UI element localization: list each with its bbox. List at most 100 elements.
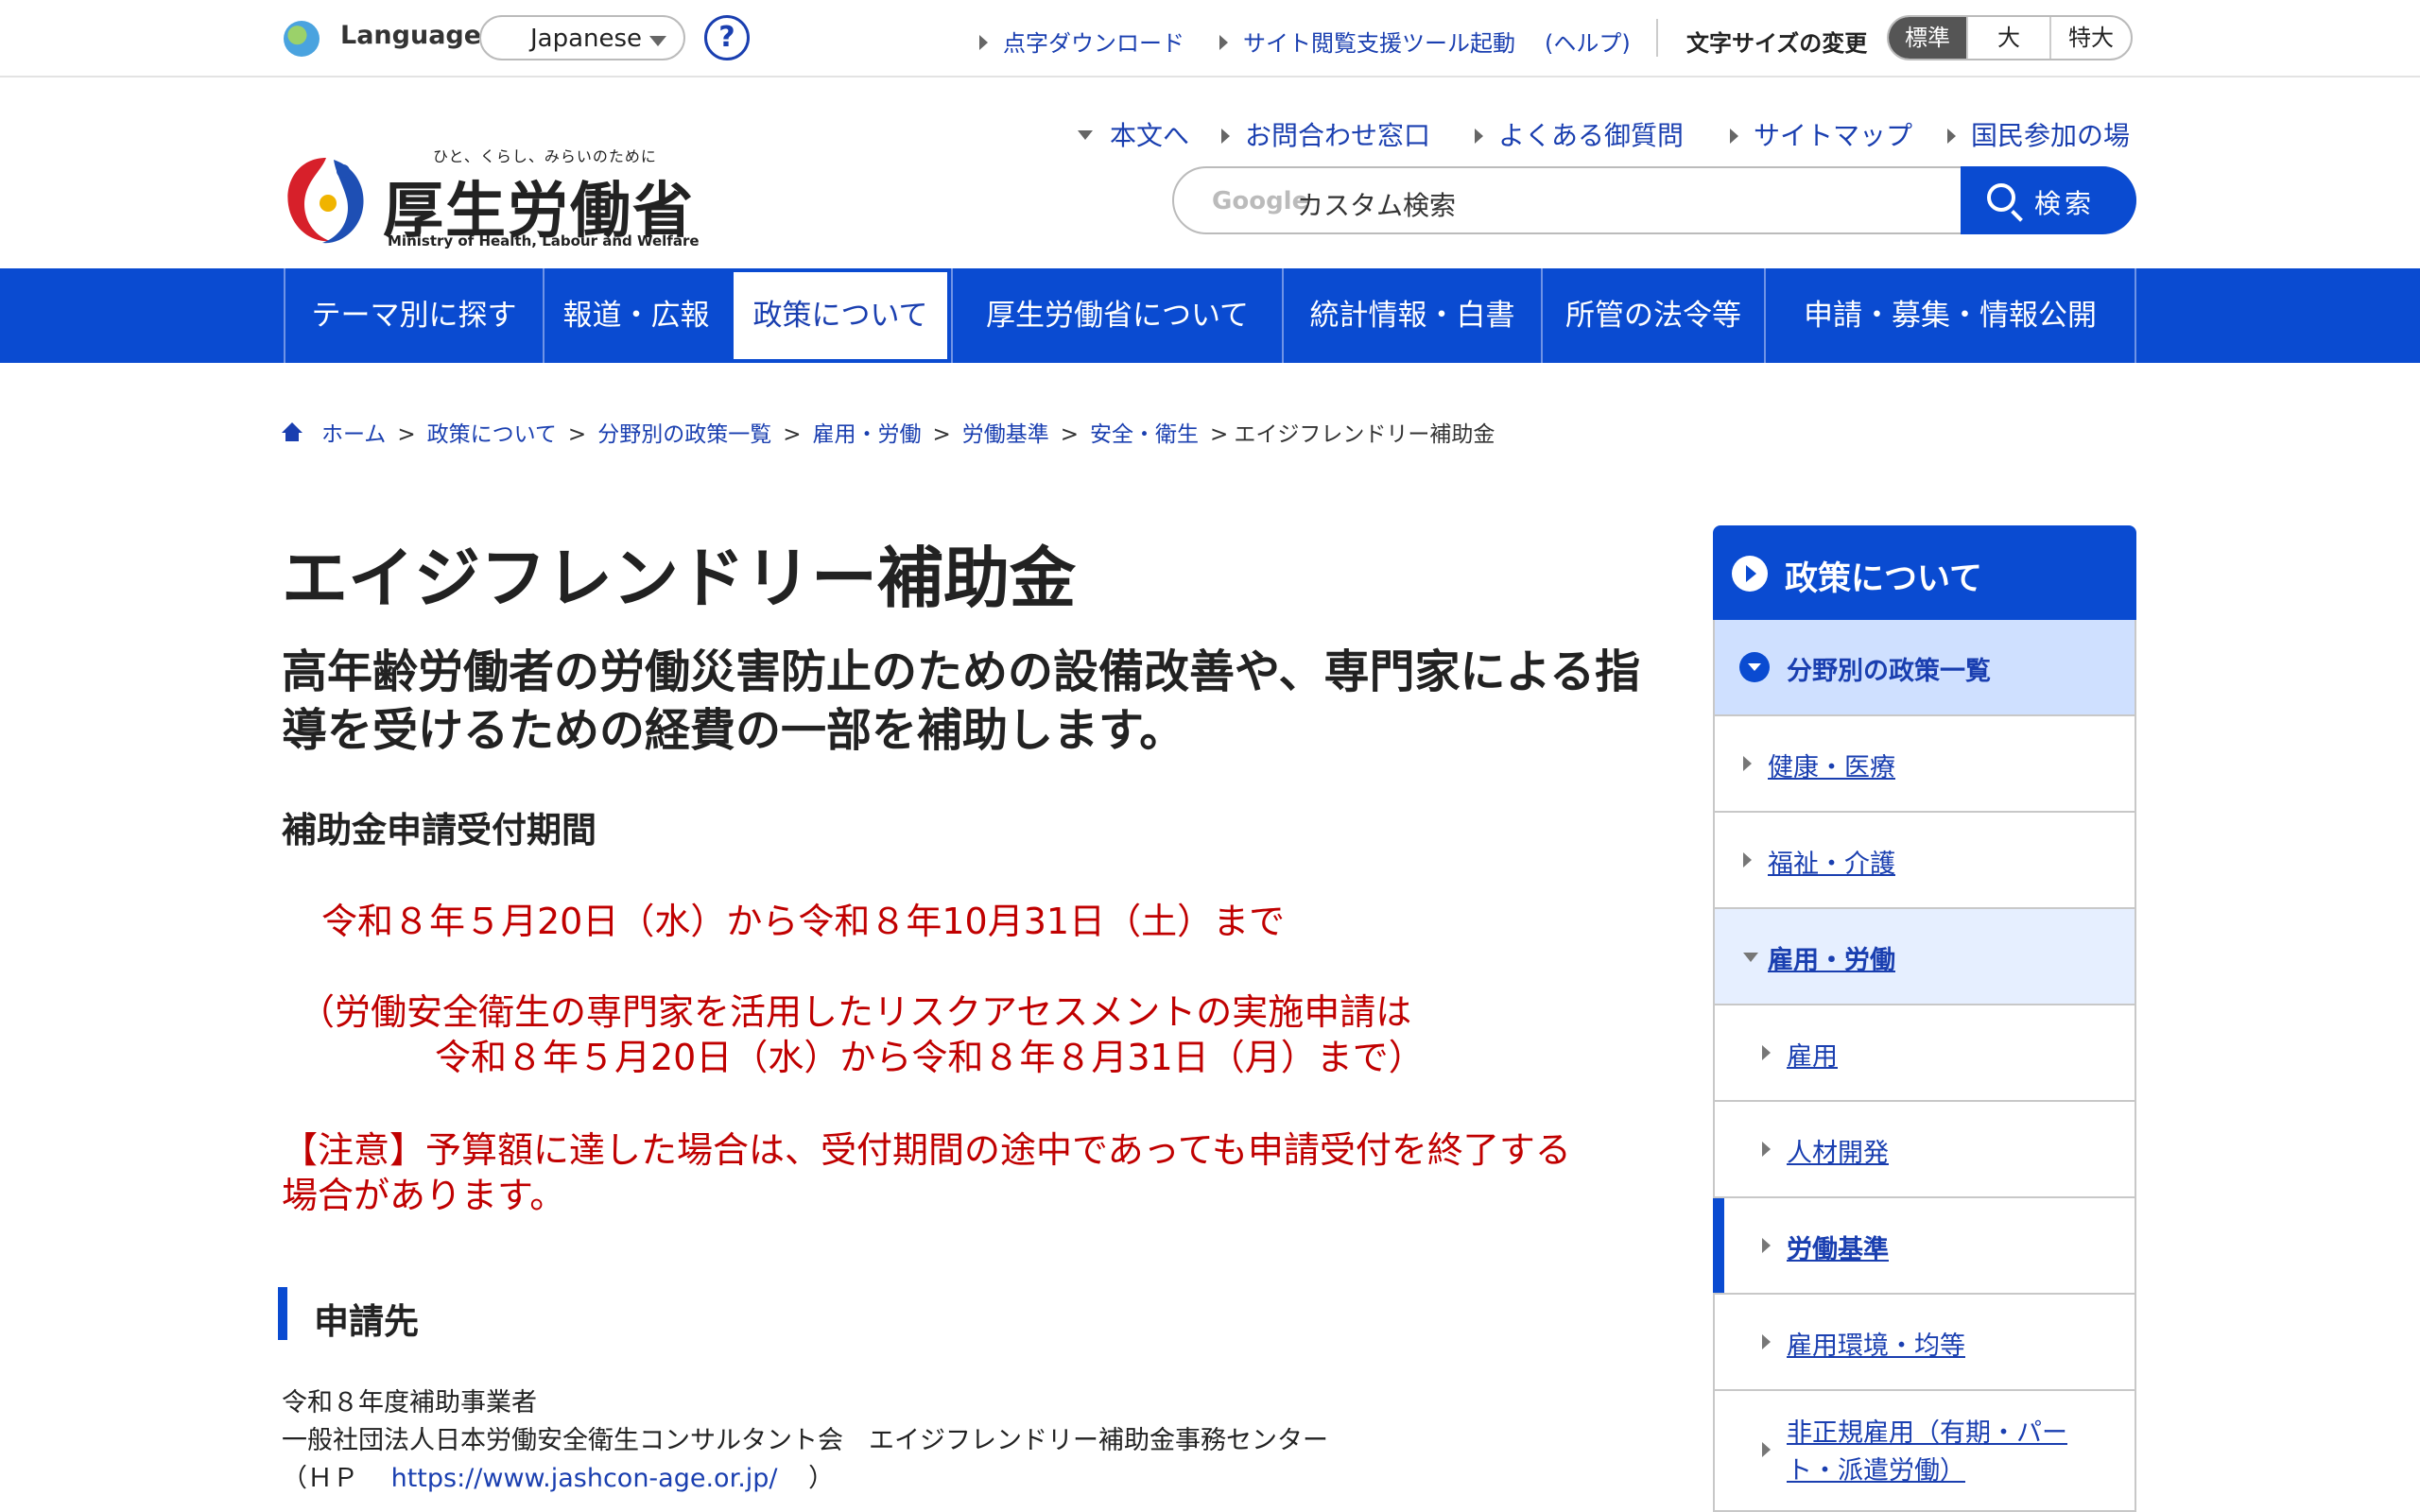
gnav-applications[interactable]: 申請・募集・情報公開 (1764, 268, 2135, 363)
arrow-right-circle-icon (1732, 556, 1768, 592)
contact-link[interactable]: お問合わせ窓口 (1221, 115, 1430, 153)
faq-link[interactable]: よくある御質問 (1475, 115, 1684, 153)
google-brand: Google (1212, 187, 1309, 215)
apply-hp-suffix: ） (808, 1464, 835, 1493)
sidebar-item-employment-sub[interactable]: 雇用 (1713, 1005, 2136, 1102)
sidebar-heading-text: 政策について (1785, 560, 1982, 598)
lead-text: 高年齢労働者の労働災害防止のための設備改善や、専門家による指導を受けるための経費… (282, 645, 1641, 757)
sitemap-text[interactable]: サイトマップ (1754, 120, 1912, 151)
breadcrumb-separator: > (567, 422, 587, 447)
search-button[interactable]: 検索 (1961, 166, 2136, 234)
breadcrumb-separator: > (783, 422, 802, 447)
home-icon (282, 422, 302, 443)
language-select[interactable]: Japanese (479, 15, 685, 60)
breadcrumb-separator: > (397, 422, 416, 447)
period-heading: 補助金申請受付期間 (282, 810, 596, 850)
breadcrumb-separator: > (932, 422, 951, 447)
breadcrumb-policy[interactable]: 政策について (427, 422, 557, 447)
arrow-right-icon (1221, 129, 1230, 144)
apply-line-1: 令和８年度補助事業者 (282, 1388, 537, 1418)
arrow-right-icon (1743, 756, 1752, 771)
breadcrumb-separator: > (1060, 422, 1080, 447)
skip-to-content-link[interactable]: 本文へ (1078, 115, 1189, 153)
caution-text-2: 場合があります。 (282, 1175, 566, 1216)
sidebar-item-label[interactable]: 雇用環境・均等 (1787, 1325, 1965, 1362)
skip-to-content-text[interactable]: 本文へ (1110, 120, 1189, 151)
sidebar-item-health[interactable]: 健康・医療 (1713, 716, 2136, 813)
chevron-down-icon (649, 36, 666, 46)
sidebar-item-label[interactable]: 非正規雇用（有期・パー (1787, 1412, 2067, 1449)
sidebar-item-employment[interactable]: 雇用・労働 (1713, 909, 2136, 1005)
sidebar-item-label[interactable]: 福祉・介護 (1768, 843, 1895, 880)
global-navigation: テーマ別に探す 報道・広報 政策について 厚生労働省について 統計情報・白書 所… (0, 268, 2420, 363)
font-size-xlarge-button[interactable]: 特大 (2051, 17, 2131, 59)
period-main: 令和８年５月20日（水）から令和８年10月31日（土）まで (321, 901, 1286, 942)
logo-english-name: Ministry of Health, Labour and Welfare (388, 232, 700, 249)
braille-download-text[interactable]: 点字ダウンロード (1003, 30, 1184, 57)
sidebar-item-label[interactable]: 健康・医療 (1768, 747, 1895, 783)
apply-heading: 申請先 (314, 1301, 419, 1342)
breadcrumb-safety[interactable]: 安全・衛生 (1090, 422, 1199, 447)
section-heading-marker (278, 1287, 287, 1340)
arrow-right-icon (1762, 1442, 1771, 1457)
sidebar-item-label[interactable]: 労働基準 (1787, 1228, 1889, 1265)
arrow-right-icon (1762, 1334, 1771, 1349)
public-participation-text[interactable]: 国民参加の場 (1971, 120, 2130, 151)
chevron-down-circle-icon (1739, 652, 1770, 682)
gnav-about-ministry[interactable]: 厚生労働省について (951, 268, 1282, 363)
apply-line-2: 一般社団法人日本労働安全衛生コンサルタント会 エイジフレンドリー補助金事務センタ… (282, 1426, 1328, 1455)
breadcrumb-employment[interactable]: 雇用・労働 (812, 422, 921, 447)
sidebar-item-non-regular[interactable]: 非正規雇用（有期・パー ト・派遣労働） (1713, 1391, 2136, 1512)
sidebar-item-label-line-2[interactable]: ト・派遣労働） (1787, 1450, 1965, 1486)
accessibility-help-link[interactable]: (ヘルプ) (1545, 25, 1631, 58)
gnav-laws[interactable]: 所管の法令等 (1541, 268, 1764, 363)
breadcrumb-policy-list[interactable]: 分野別の政策一覧 (597, 422, 771, 447)
sitemap-link[interactable]: サイトマップ (1730, 115, 1912, 153)
apply-hp-link[interactable]: https://www.jashcon-age.or.jp/ (391, 1464, 778, 1493)
breadcrumb-separator: > (1210, 422, 1229, 447)
gnav-policy[interactable]: 政策について (730, 268, 951, 363)
apply-hp-line: （ＨＰ https://www.jashcon-age.or.jp/ ） (282, 1457, 834, 1494)
breadcrumb-labor-standards[interactable]: 労働基準 (962, 422, 1049, 447)
sidebar-item-employment-environment[interactable]: 雇用環境・均等 (1713, 1295, 2136, 1391)
active-indicator (1713, 1198, 1724, 1293)
braille-download-link[interactable]: 点字ダウンロード (979, 25, 1184, 58)
sidebar-item-label: 分野別の政策一覧 (1787, 657, 1991, 686)
sidebar-item-welfare[interactable]: 福祉・介護 (1713, 813, 2136, 909)
font-size-large-button[interactable]: 大 (1968, 17, 2051, 59)
search-icon (1987, 183, 2015, 212)
font-size-standard-button[interactable]: 標準 (1889, 17, 1968, 59)
language-label: Language (340, 21, 482, 50)
arrow-right-icon (979, 35, 988, 50)
language-select-value: Japanese (530, 25, 643, 53)
sidebar-item-label[interactable]: 雇用・労働 (1768, 939, 1895, 976)
gnav-statistics[interactable]: 統計情報・白書 (1282, 268, 1541, 363)
sidebar-item-labor-standards[interactable]: 労働基準 (1713, 1198, 2136, 1295)
arrow-right-icon (1762, 1238, 1771, 1253)
gnav-theme[interactable]: テーマ別に探す (284, 268, 543, 363)
ministry-logo-icon[interactable] (281, 146, 372, 250)
sidebar-heading[interactable]: 政策について (1713, 525, 2136, 620)
gnav-press[interactable]: 報道・広報 (543, 268, 728, 363)
search-button-label: 検索 (2034, 188, 2096, 219)
search-placeholder: カスタム検索 (1297, 190, 1457, 221)
public-participation-link[interactable]: 国民参加の場 (1947, 115, 2130, 153)
breadcrumb: ホーム > 政策について > 分野別の政策一覧 > 雇用・労働 > 労働基準 > 安全・衛生 > エイジ… (282, 416, 1495, 448)
apply-hp-prefix: （ＨＰ (282, 1464, 358, 1493)
sidebar-item-policy-list[interactable]: 分野別の政策一覧 (1713, 620, 2136, 716)
sidebar-item-label[interactable]: 雇用 (1787, 1036, 1838, 1073)
arrow-right-icon (1219, 35, 1228, 50)
breadcrumb-home[interactable]: ホーム (321, 422, 386, 447)
accessibility-tool-text[interactable]: サイト閲覧支援ツール起動 (1243, 30, 1515, 57)
arrow-right-icon (1475, 129, 1483, 144)
sidebar-item-hr-development[interactable]: 人材開発 (1713, 1102, 2136, 1198)
caution-text-1: 【注意】予算額に達した場合は、受付期間の途中であっても申請受付を終了する (282, 1129, 1571, 1171)
contact-text[interactable]: お問合わせ窓口 (1245, 120, 1430, 151)
help-icon[interactable]: ? (704, 15, 750, 60)
sidebar-item-label[interactable]: 人材開発 (1787, 1132, 1889, 1169)
divider (1656, 19, 1658, 57)
arrow-right-icon (1762, 1142, 1771, 1157)
accessibility-tool-link[interactable]: サイト閲覧支援ツール起動 (1219, 25, 1515, 58)
arrow-down-icon (1743, 953, 1758, 962)
faq-text[interactable]: よくある御質問 (1498, 120, 1684, 151)
